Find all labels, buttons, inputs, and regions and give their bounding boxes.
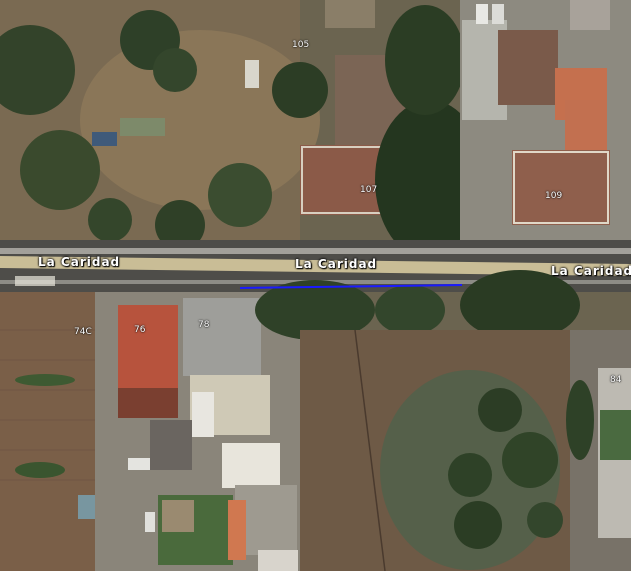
building-roof-107 bbox=[300, 145, 385, 215]
building bbox=[222, 443, 280, 488]
lane-marking bbox=[0, 248, 631, 254]
tree-mass bbox=[385, 5, 465, 115]
building bbox=[570, 0, 610, 30]
dirt-area bbox=[80, 30, 320, 210]
building-roof-78 bbox=[183, 298, 261, 376]
vehicle bbox=[128, 458, 150, 470]
crop-row bbox=[15, 374, 75, 386]
tree-mass bbox=[375, 285, 445, 335]
tree-cluster bbox=[272, 62, 328, 118]
house-number-78: 78 bbox=[198, 320, 210, 330]
satellite-map[interactable]: La Caridad La Caridad La Caridad 105 107… bbox=[0, 0, 631, 571]
vehicle bbox=[245, 60, 259, 88]
palm-tree bbox=[478, 388, 522, 432]
building-roof bbox=[498, 30, 558, 105]
vehicle bbox=[120, 118, 165, 136]
palm-tree bbox=[153, 48, 197, 92]
road-label-caridad-center: La Caridad bbox=[295, 257, 378, 271]
house-number-84: 84 bbox=[610, 375, 622, 385]
road-label-caridad-east: La Caridad bbox=[551, 264, 631, 278]
building bbox=[325, 0, 375, 28]
house-number-76: 76 bbox=[134, 325, 146, 335]
tree-cluster bbox=[20, 130, 100, 210]
tree-cluster bbox=[88, 198, 132, 242]
tree-mass bbox=[460, 270, 580, 340]
crosswalk bbox=[15, 276, 55, 286]
building-roof bbox=[228, 500, 246, 560]
hedge bbox=[566, 380, 594, 460]
courtyard bbox=[162, 500, 194, 532]
building-roof bbox=[565, 100, 607, 150]
house-number-74c: 74C bbox=[74, 327, 92, 337]
building-roof-109 bbox=[512, 150, 610, 225]
palm-tree bbox=[502, 432, 558, 488]
road-label-caridad-west: La Caridad bbox=[38, 255, 121, 269]
building-roof bbox=[118, 388, 178, 418]
house-number-105: 105 bbox=[292, 40, 310, 50]
crop-row bbox=[15, 462, 65, 478]
palm-tree bbox=[454, 501, 502, 549]
palm-tree bbox=[448, 453, 492, 497]
building-roof-76 bbox=[118, 305, 178, 390]
house-number-107: 107 bbox=[360, 185, 378, 195]
vehicle bbox=[92, 132, 117, 146]
vehicle bbox=[145, 512, 155, 532]
palm-tree bbox=[208, 163, 272, 227]
building bbox=[192, 392, 214, 437]
vehicle bbox=[476, 4, 488, 24]
vehicle bbox=[492, 4, 504, 24]
building bbox=[150, 420, 192, 470]
house-number-109: 109 bbox=[545, 191, 563, 201]
map-imagery bbox=[0, 0, 631, 571]
palm-tree bbox=[527, 502, 563, 538]
building bbox=[258, 550, 298, 571]
garden bbox=[600, 410, 631, 460]
